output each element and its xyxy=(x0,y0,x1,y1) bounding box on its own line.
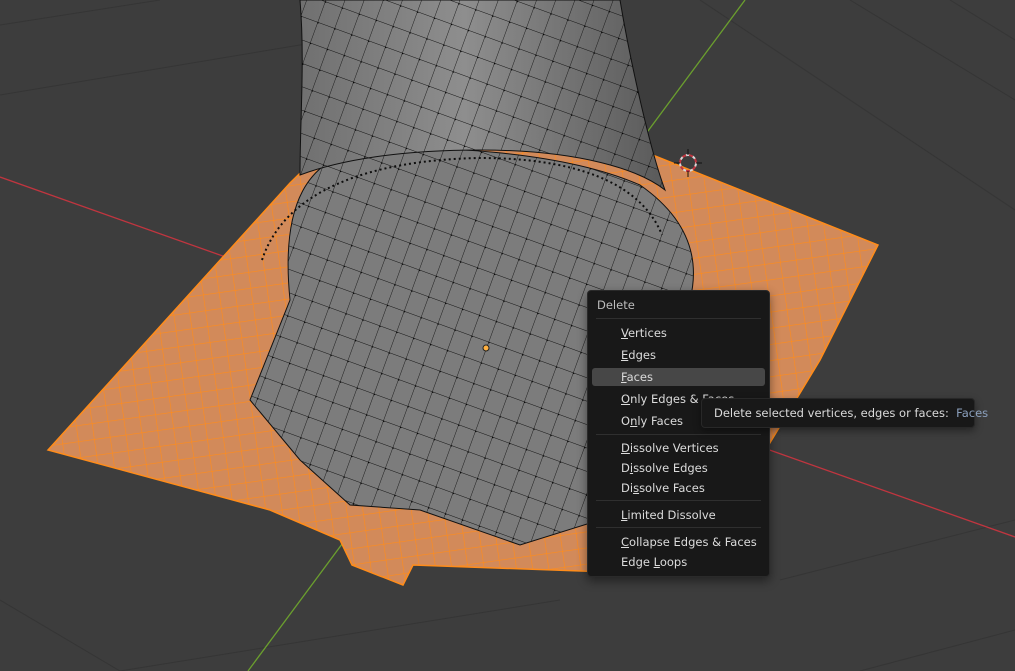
menu-item-collapse-edges-faces[interactable]: Collapse Edges & Faces xyxy=(592,533,765,551)
menu-item-edge-loops[interactable]: Edge Loops xyxy=(592,553,765,571)
3d-viewport[interactable] xyxy=(0,0,1015,671)
menu-item-edges[interactable]: Edges xyxy=(592,346,765,364)
menu-item-limited-dissolve[interactable]: Limited Dissolve xyxy=(592,506,765,524)
tooltip: Delete selected vertices, edges or faces… xyxy=(701,398,988,428)
menu-item-dissolve-vertices[interactable]: Dissolve Vertices xyxy=(592,439,765,457)
menu-item-faces[interactable]: Faces xyxy=(592,368,765,386)
menu-separator xyxy=(596,318,761,319)
menu-separator xyxy=(596,434,761,435)
delete-menu: Delete Vertices Edges Faces Only Edges &… xyxy=(587,290,770,577)
menu-separator xyxy=(596,500,761,501)
menu-title: Delete xyxy=(597,298,635,312)
origin-point xyxy=(482,344,490,352)
tooltip-python: Faces xyxy=(956,406,989,420)
menu-separator xyxy=(596,527,761,528)
menu-item-dissolve-edges[interactable]: Dissolve Edges xyxy=(592,459,765,477)
menu-item-vertices[interactable]: Vertices xyxy=(592,324,765,342)
menu-item-dissolve-faces[interactable]: Dissolve Faces xyxy=(592,479,765,497)
viewport-canvas[interactable] xyxy=(0,0,1015,671)
tooltip-text: Delete selected vertices, edges or faces… xyxy=(714,406,949,420)
